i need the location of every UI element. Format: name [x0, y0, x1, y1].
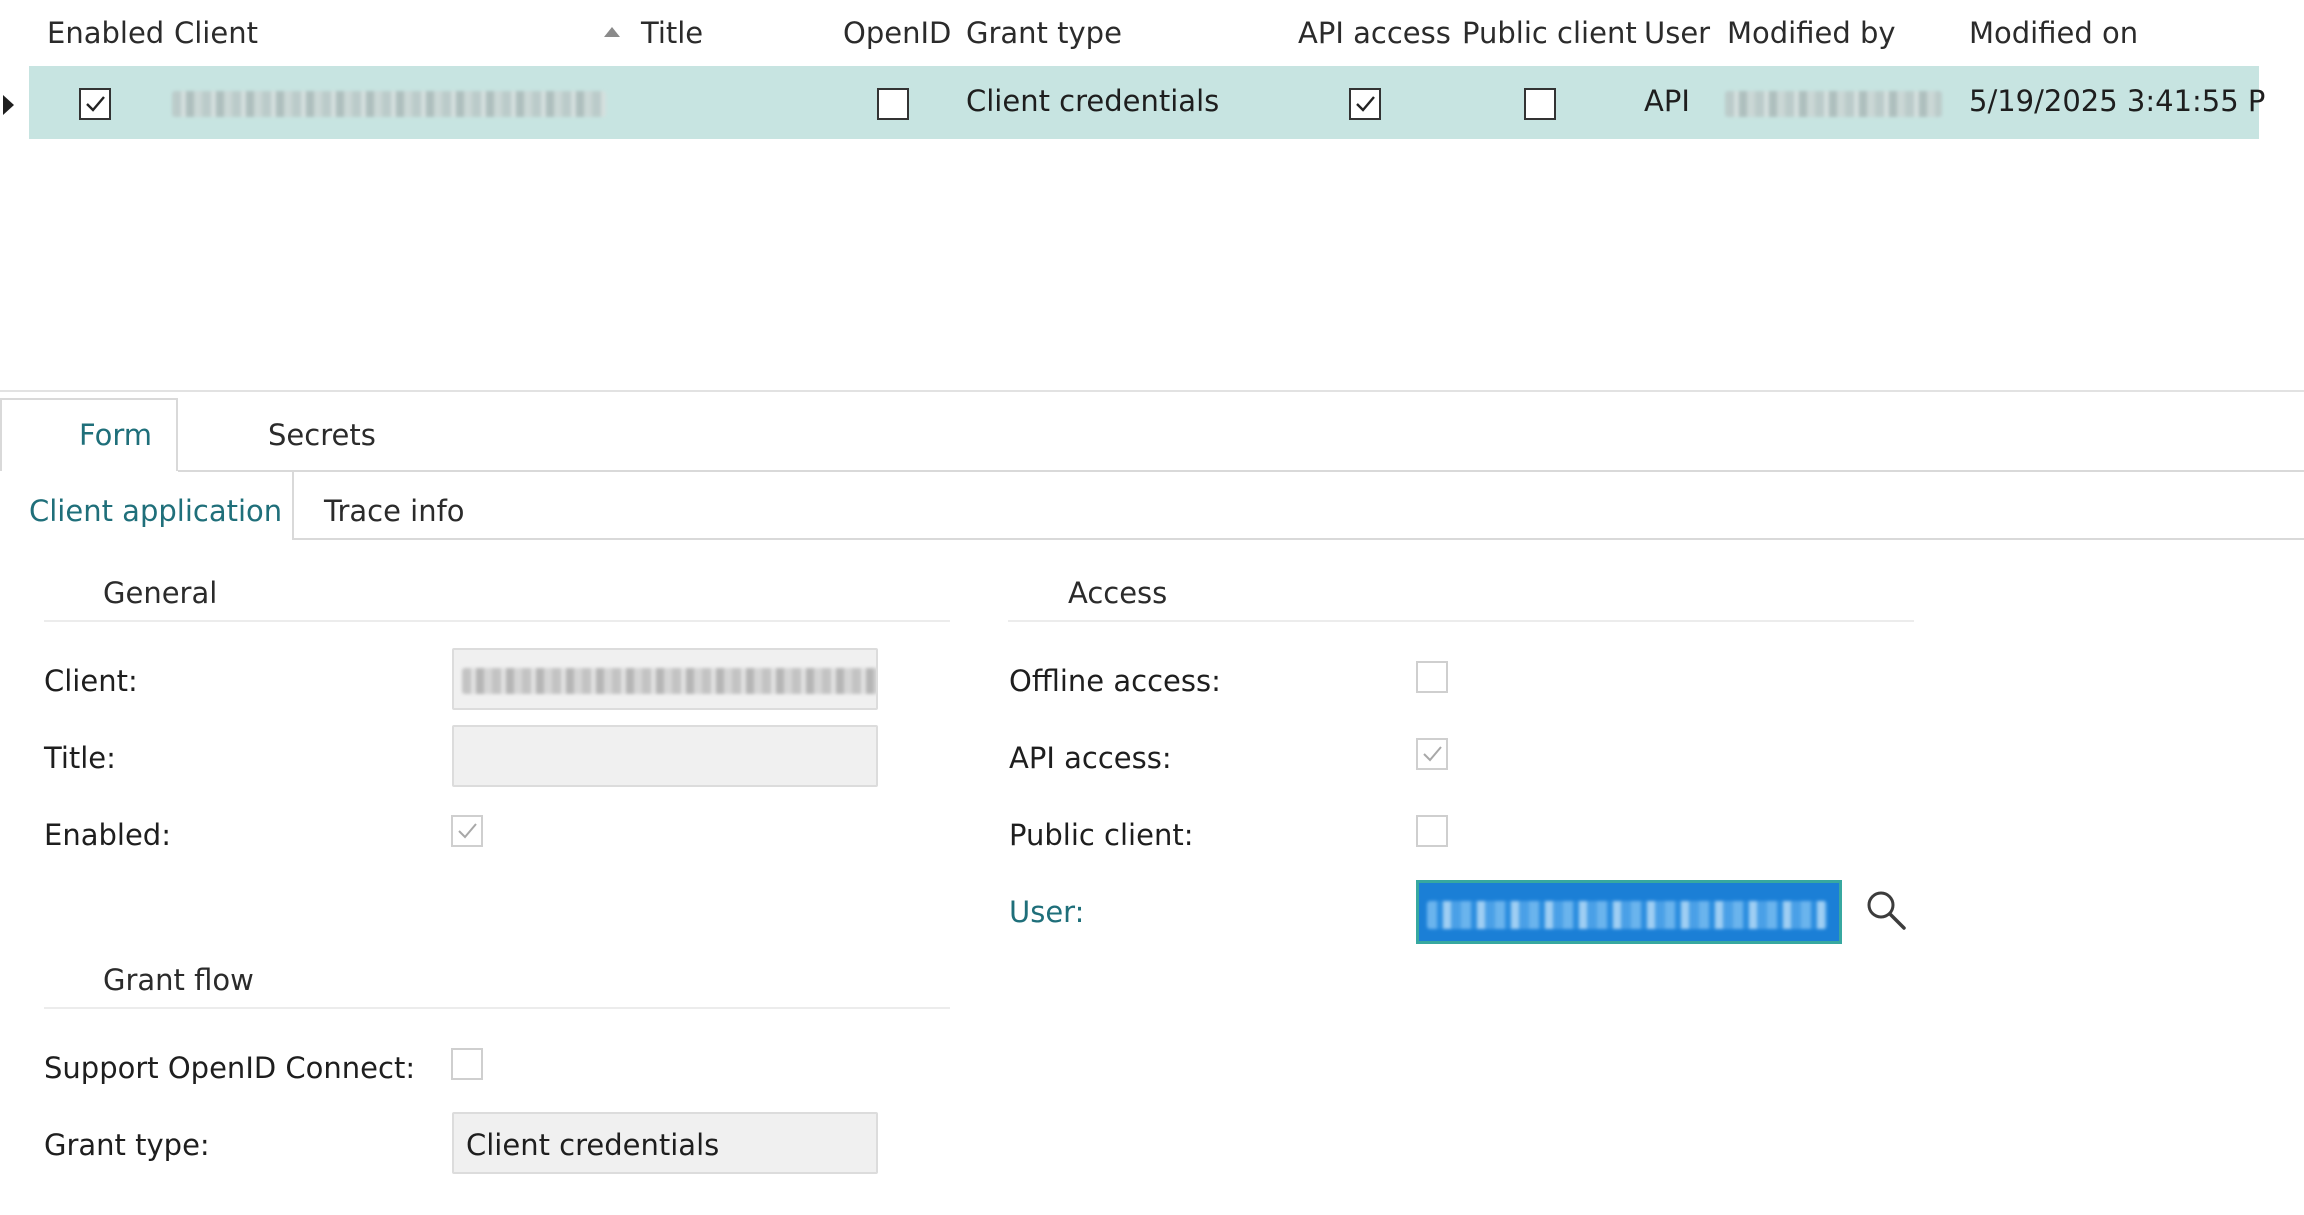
- row-user: API: [1644, 84, 1690, 118]
- group-grant-flow-title: Grant flow: [103, 963, 254, 997]
- sort-ascending-icon: [604, 27, 620, 37]
- group-access-title: Access: [1068, 576, 1168, 610]
- row-modified-on: 5/19/2025 3:41:55 P: [1969, 84, 2266, 118]
- offline-access-checkbox[interactable]: [1416, 661, 1448, 693]
- splitter[interactable]: [0, 390, 2304, 392]
- user-label[interactable]: User:: [1009, 895, 1084, 929]
- subtab-separator: [292, 472, 294, 540]
- tabs-divider: [178, 470, 2304, 472]
- tab-form[interactable]: Form: [0, 398, 178, 471]
- col-public-client[interactable]: Public client: [1462, 16, 1637, 50]
- subtabs-divider: [292, 538, 2304, 540]
- enabled-checkbox[interactable]: [451, 815, 483, 847]
- row-public-client-checkbox[interactable]: [1524, 88, 1556, 120]
- col-client[interactable]: Client: [174, 16, 258, 50]
- group-general-title: General: [103, 576, 218, 610]
- tab-secrets[interactable]: Secrets: [268, 418, 376, 452]
- row-modified-by-redacted: [1725, 91, 1942, 117]
- title-field[interactable]: [452, 725, 878, 787]
- col-api-access[interactable]: API access: [1298, 16, 1451, 50]
- user-field[interactable]: [1416, 880, 1842, 944]
- row-openid-checkbox[interactable]: [877, 88, 909, 120]
- public-client-label: Public client:: [1009, 818, 1194, 852]
- group-grant-flow-divider: [44, 1007, 950, 1009]
- api-access-label: API access:: [1009, 741, 1172, 775]
- group-general-divider: [44, 620, 950, 622]
- row-grant-type: Client credentials: [966, 84, 1220, 118]
- col-enabled[interactable]: Enabled: [47, 16, 164, 50]
- client-label: Client:: [44, 664, 138, 698]
- client-field[interactable]: [452, 648, 878, 710]
- subtab-trace-info[interactable]: Trace info: [324, 494, 465, 528]
- row-api-access-checkbox[interactable]: [1349, 88, 1381, 120]
- client-value-redacted: [462, 668, 876, 694]
- openid-label: Support OpenID Connect:: [44, 1051, 416, 1085]
- group-access-divider: [1008, 620, 1914, 622]
- subtab-client-application[interactable]: Client application: [29, 494, 282, 528]
- title-label: Title:: [44, 741, 116, 775]
- col-openid[interactable]: OpenID: [843, 16, 951, 50]
- public-client-checkbox[interactable]: [1416, 815, 1448, 847]
- col-modified-by[interactable]: Modified by: [1727, 16, 1896, 50]
- grant-type-field[interactable]: Client credentials: [452, 1112, 878, 1174]
- col-title[interactable]: Title: [641, 16, 703, 50]
- enabled-label: Enabled:: [44, 818, 171, 852]
- grid-header: Enabled Client Title OpenID Grant type A…: [0, 0, 2304, 66]
- col-grant-type[interactable]: Grant type: [966, 16, 1122, 50]
- grant-type-label: Grant type:: [44, 1128, 210, 1162]
- tab-form-label: Form: [79, 418, 153, 452]
- offline-access-label: Offline access:: [1009, 664, 1221, 698]
- triangle-right-icon: [3, 95, 14, 115]
- col-user[interactable]: User: [1644, 16, 1710, 50]
- row-client-redacted: [172, 91, 606, 117]
- row-enabled-checkbox[interactable]: [79, 88, 111, 120]
- col-modified-on[interactable]: Modified on: [1969, 16, 2138, 50]
- api-access-checkbox[interactable]: [1416, 738, 1448, 770]
- user-value-redacted: [1427, 901, 1827, 929]
- search-icon[interactable]: [1864, 888, 1908, 932]
- openid-checkbox[interactable]: [451, 1048, 483, 1080]
- client-grid: Enabled Client Title OpenID Grant type A…: [0, 0, 2304, 390]
